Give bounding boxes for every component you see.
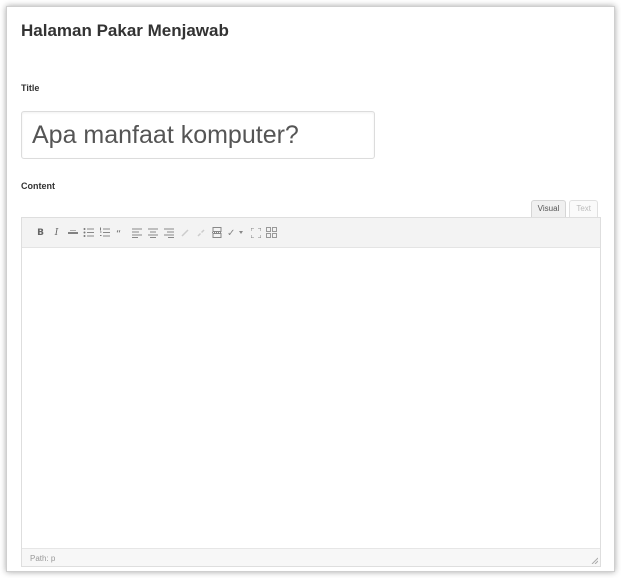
editor-page: Halaman Pakar Menjawab Title Content Vis… <box>6 6 615 572</box>
bullet-list-icon <box>83 228 94 237</box>
unlink-button[interactable] <box>194 225 207 241</box>
bold-icon: B <box>37 227 44 238</box>
align-right-button[interactable] <box>162 225 175 241</box>
insert-more-button[interactable] <box>210 225 223 241</box>
strikethrough-button[interactable] <box>66 225 79 241</box>
title-label: Title <box>21 83 40 93</box>
editor-mode-tabs: Visual Text <box>530 200 598 217</box>
page-title: Halaman Pakar Menjawab <box>21 21 229 40</box>
spellcheck-button[interactable]: ✓ <box>226 225 246 241</box>
editor-toolbar: B I “ ✓ <box>22 218 600 248</box>
align-right-icon <box>163 228 174 238</box>
numbered-list-icon <box>100 227 110 237</box>
content-label: Content <box>21 181 55 191</box>
link-icon <box>180 228 189 237</box>
fullscreen-button[interactable] <box>249 225 262 241</box>
content-body[interactable] <box>22 248 600 550</box>
kitchen-sink-button[interactable] <box>265 225 278 241</box>
title-input[interactable] <box>21 111 375 159</box>
numbered-list-button[interactable] <box>98 225 111 241</box>
resize-handle-icon[interactable] <box>590 556 598 564</box>
bullet-list-button[interactable] <box>82 225 95 241</box>
align-left-button[interactable] <box>130 225 143 241</box>
toolbar-toggle-icon <box>266 227 277 238</box>
svg-text:✓: ✓ <box>227 228 235 238</box>
italic-icon: I <box>54 227 59 238</box>
italic-button[interactable]: I <box>50 225 63 241</box>
strike-icon <box>67 229 78 234</box>
status-path: Path: p <box>30 554 56 563</box>
spellcheck-icon: ✓ <box>227 228 243 238</box>
align-left-icon <box>131 228 142 238</box>
fullscreen-icon <box>250 227 261 238</box>
svg-text:“: “ <box>116 229 121 238</box>
bold-button[interactable]: B <box>34 225 47 241</box>
blockquote-button[interactable]: “ <box>114 225 127 241</box>
align-center-icon <box>147 228 158 238</box>
editor-statusbar: Path: p <box>22 548 600 566</box>
align-center-button[interactable] <box>146 225 159 241</box>
insert-link-button[interactable] <box>178 225 191 241</box>
more-icon <box>211 227 222 238</box>
tab-text[interactable]: Text <box>569 200 598 217</box>
tab-visual[interactable]: Visual <box>530 200 567 217</box>
unlink-icon <box>196 228 205 237</box>
content-editor: B I “ ✓ Path: p <box>21 217 601 567</box>
quote-icon: “ <box>116 229 121 238</box>
